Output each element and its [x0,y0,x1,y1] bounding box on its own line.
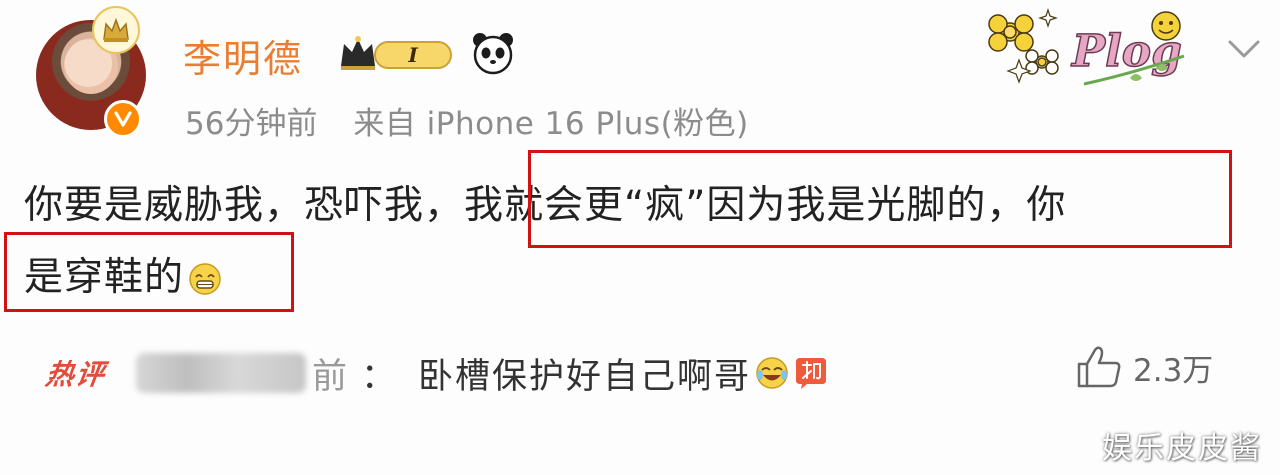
verified-v-icon [104,100,142,138]
post-body-line1: 你要是威胁我，恐吓我，我就会更“疯”因为我是光脚的，你 [24,183,1067,228]
hot-comment[interactable]: 热评 前 ： 卧槽保护好自己啊哥 [43,338,829,408]
like-button[interactable]: 2.3万 [1075,344,1213,390]
vip-level-badge[interactable]: I [337,34,455,74]
post-body-line2-wrap: 是穿鞋的 [24,242,1264,314]
username[interactable]: 李明德 [183,28,303,83]
weibo-post-card: 李明德 I 56分钟前 来自 iPhone 16 Plus(粉色) Plog 你… [0,0,1280,475]
post-time: 56分钟前 [185,106,318,142]
post-meta: 56分钟前 来自 iPhone 16 Plus(粉色) [185,98,749,143]
hot-comment-label: 热评 [43,358,109,391]
effort-sticker-icon [793,356,829,390]
post-body: 你要是威胁我，恐吓我，我就会更“疯”因为我是光脚的，你 是穿鞋的 [24,170,1264,314]
watermark: 娱乐皮皮酱 [1102,431,1262,466]
panda-icon [470,30,516,76]
crown-icon [92,6,140,54]
plog-decoration: Plog [980,4,1200,100]
thumbs-up-icon [1077,346,1121,388]
commenter-name-tail: 前 [312,356,348,397]
laugh-cry-emoji-icon [755,356,789,390]
comment-colon: ： [361,356,397,397]
grin-emoji-icon [188,248,222,295]
post-body-line2: 是穿鞋的 [24,255,185,300]
post-source[interactable]: 来自 iPhone 16 Plus(粉色) [353,106,748,142]
like-count: 2.3万 [1133,352,1214,389]
chevron-down-icon[interactable] [1224,34,1264,64]
vip-level-text: I [407,43,418,67]
hot-comment-text: 卧槽保护好自己啊哥 [418,356,752,397]
blurred-commenter-name [136,353,307,393]
